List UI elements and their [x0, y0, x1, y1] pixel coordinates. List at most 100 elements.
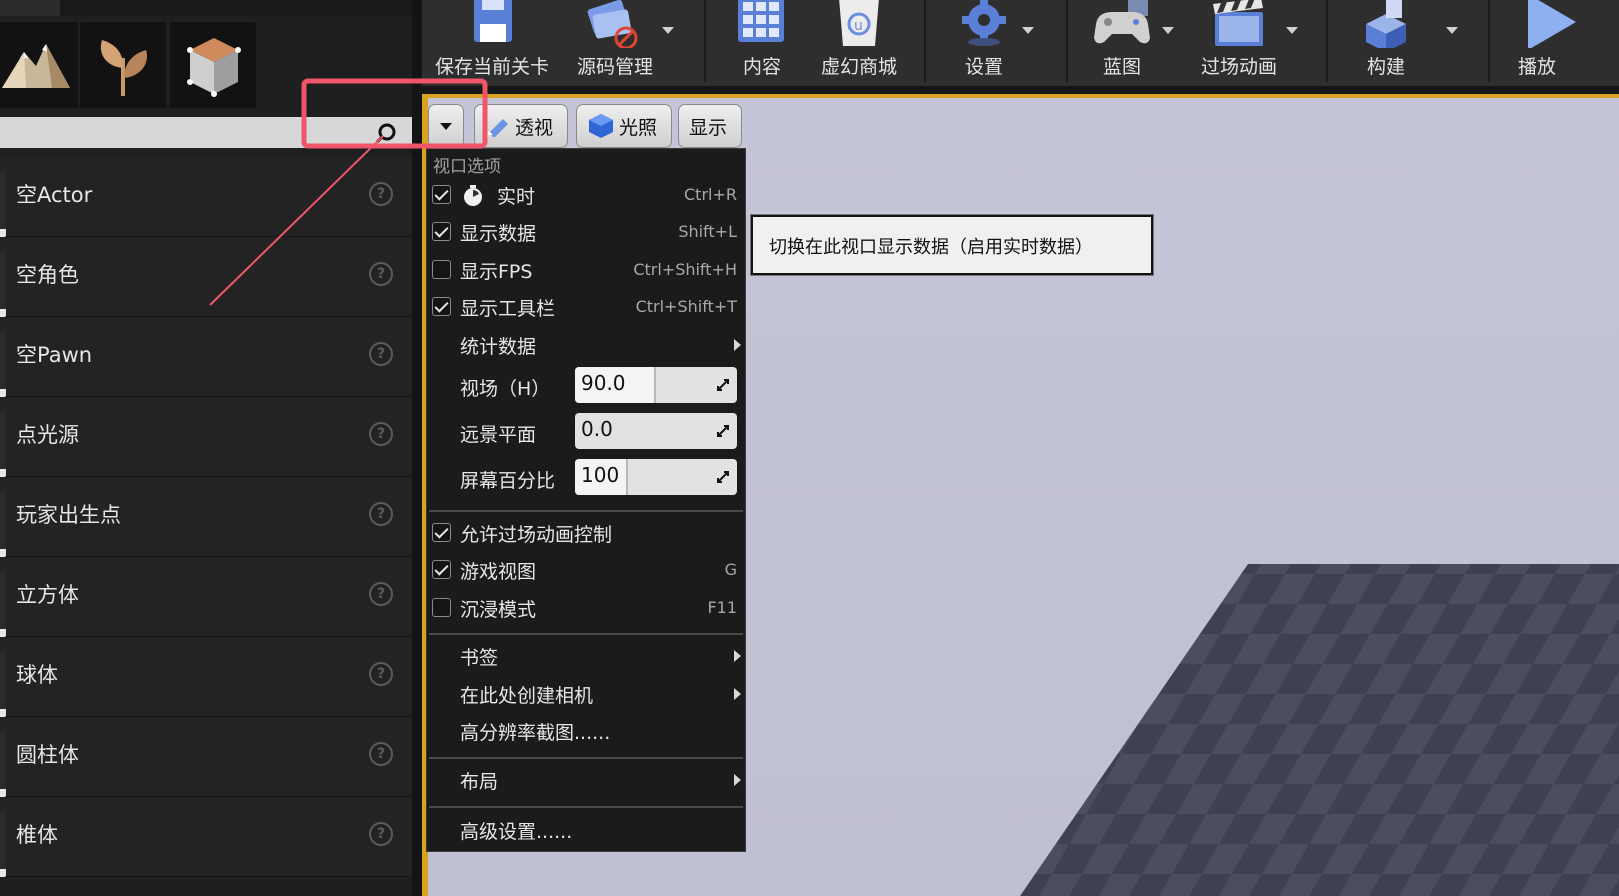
play-icon	[1528, 0, 1576, 48]
marketplace-button[interactable]: u 虚幻商城	[814, 0, 904, 86]
help-icon[interactable]: ?	[369, 822, 393, 846]
menu-item-realtime[interactable]: 实时 Ctrl+R	[427, 178, 745, 212]
drag-handle[interactable]	[0, 251, 6, 317]
drag-handle[interactable]	[0, 331, 6, 397]
submenu-arrow-icon	[734, 688, 741, 700]
menu-item-advanced-settings[interactable]: 高级设置......	[427, 813, 745, 847]
game-view-checkbox[interactable]	[432, 560, 451, 579]
source-control-button[interactable]: 源码管理	[572, 0, 658, 86]
menu-item-show-stats[interactable]: 显示数据 Shift+L	[427, 215, 745, 249]
show-fps-shortcut: Ctrl+Shift+H	[633, 260, 737, 279]
help-icon[interactable]: ?	[369, 582, 393, 606]
fov-spinbox[interactable]: 90.0	[575, 367, 737, 403]
show-flags-button[interactable]: 显示	[678, 104, 742, 148]
far-plane-spinbox[interactable]: 0.0	[575, 413, 737, 449]
viewport-options-dropdown-button[interactable]	[428, 104, 464, 148]
drag-resize-icon	[717, 471, 729, 483]
drag-handle[interactable]	[0, 651, 6, 717]
list-item[interactable]: 立方体?	[0, 557, 412, 637]
realtime-shortcut: Ctrl+R	[684, 185, 737, 204]
geometry-mode-icon[interactable]	[170, 22, 256, 108]
help-icon[interactable]: ?	[369, 422, 393, 446]
game-view-shortcut: G	[724, 560, 737, 579]
save-current-level-button[interactable]: 保存当前关卡	[430, 0, 554, 86]
menu-item-immersive-mode[interactable]: 沉浸模式 F11	[427, 591, 745, 625]
menu-item-fov: 视场（H） 90.0	[427, 367, 745, 407]
blueprints-button[interactable]: 蓝图	[1084, 0, 1160, 86]
menu-item-high-res-screenshot[interactable]: 高分辨率截图......	[427, 714, 745, 748]
gear-icon	[962, 0, 1006, 46]
panel-splitter[interactable]	[412, 0, 422, 896]
list-item[interactable]: 空Pawn?	[0, 317, 412, 397]
immersive-mode-label: 沉浸模式	[460, 599, 537, 621]
class-item-label: 点光源	[16, 423, 79, 447]
menu-item-layouts[interactable]: 布局	[427, 763, 745, 797]
show-fps-checkbox[interactable]	[432, 260, 451, 279]
list-item[interactable]: 球体?	[0, 637, 412, 717]
help-icon[interactable]: ?	[369, 662, 393, 686]
class-item-label: 空Actor	[16, 183, 93, 207]
menu-item-create-camera[interactable]: 在此处创建相机	[427, 677, 745, 711]
drag-handle[interactable]	[0, 491, 6, 557]
advanced-settings-label: 高级设置......	[460, 821, 573, 843]
menu-item-game-view[interactable]: 游戏视图 G	[427, 553, 745, 587]
show-fps-label: 显示FPS	[460, 261, 533, 283]
allow-cinematic-control-checkbox[interactable]	[432, 523, 451, 542]
menu-item-show-toolbar[interactable]: 显示工具栏 Ctrl+Shift+T	[427, 290, 745, 324]
content-button[interactable]: 内容	[722, 0, 802, 86]
svg-text:u: u	[854, 18, 863, 34]
menu-divider	[429, 757, 743, 759]
help-icon[interactable]: ?	[369, 742, 393, 766]
show-toolbar-checkbox[interactable]	[432, 297, 451, 316]
list-item[interactable]: 玩家出生点?	[0, 477, 412, 557]
far-plane-value: 0.0	[581, 417, 613, 441]
menu-item-bookmarks[interactable]: 书签	[427, 639, 745, 673]
toolbar-separator	[924, 0, 926, 82]
cinematics-button[interactable]: 过场动画	[1192, 0, 1286, 86]
screen-percentage-spinbox[interactable]: 100	[575, 459, 737, 495]
source-control-icon	[587, 0, 638, 48]
viewport-active-frame-top	[422, 94, 1619, 98]
source-control-dropdown-arrow[interactable]	[662, 27, 674, 34]
cinematics-dropdown-arrow[interactable]	[1286, 27, 1298, 34]
drag-handle[interactable]	[0, 171, 6, 237]
menu-item-allow-cinematic-control[interactable]: 允许过场动画控制	[427, 516, 745, 550]
class-item-label: 椎体	[16, 823, 58, 847]
search-icon[interactable]	[374, 121, 398, 145]
list-item[interactable]: 椎体?	[0, 797, 412, 877]
build-button[interactable]: 构建	[1346, 0, 1426, 86]
build-dropdown-arrow[interactable]	[1446, 27, 1458, 34]
list-item[interactable]: 空角色?	[0, 237, 412, 317]
menu-item-stats-submenu[interactable]: 统计数据	[427, 328, 745, 362]
place-actors-panel: 空Actor? 空角色? 空Pawn? 点光源? 玩家出生点? 立方体? 球体?…	[0, 0, 412, 896]
cinematics-label: 过场动画	[1200, 56, 1277, 78]
list-item[interactable]: 空Actor?	[0, 157, 412, 237]
fov-label: 视场（H）	[460, 378, 551, 400]
show-stats-shortcut: Shift+L	[678, 222, 737, 241]
show-stats-checkbox[interactable]	[432, 222, 451, 241]
help-icon[interactable]: ?	[369, 262, 393, 286]
drag-handle[interactable]	[0, 411, 6, 477]
blueprints-dropdown-arrow[interactable]	[1162, 27, 1174, 34]
class-search-input[interactable]	[0, 117, 370, 148]
list-item[interactable]: 点光源?	[0, 397, 412, 477]
help-icon[interactable]: ?	[369, 182, 393, 206]
drag-handle[interactable]	[0, 811, 6, 877]
settings-button[interactable]: 设置	[946, 0, 1022, 86]
realtime-checkbox[interactable]	[432, 185, 451, 204]
help-icon[interactable]: ?	[369, 342, 393, 366]
menu-item-show-fps[interactable]: 显示FPS Ctrl+Shift+H	[427, 253, 745, 287]
foliage-mode-icon[interactable]	[80, 22, 166, 108]
help-icon[interactable]: ?	[369, 502, 393, 526]
immersive-mode-checkbox[interactable]	[432, 598, 451, 617]
drag-handle[interactable]	[0, 731, 6, 797]
play-button[interactable]: 播放	[1504, 0, 1619, 86]
drag-handle[interactable]	[0, 571, 6, 637]
list-item[interactable]: 圆柱体?	[0, 717, 412, 797]
landscape-mode-icon[interactable]	[0, 22, 78, 108]
content-label: 内容	[742, 56, 781, 78]
show-toolbar-shortcut: Ctrl+Shift+T	[635, 297, 737, 316]
settings-dropdown-arrow[interactable]	[1022, 27, 1034, 34]
perspective-view-button[interactable]: 透视	[474, 104, 568, 148]
lighting-mode-button[interactable]: 光照	[576, 104, 672, 148]
